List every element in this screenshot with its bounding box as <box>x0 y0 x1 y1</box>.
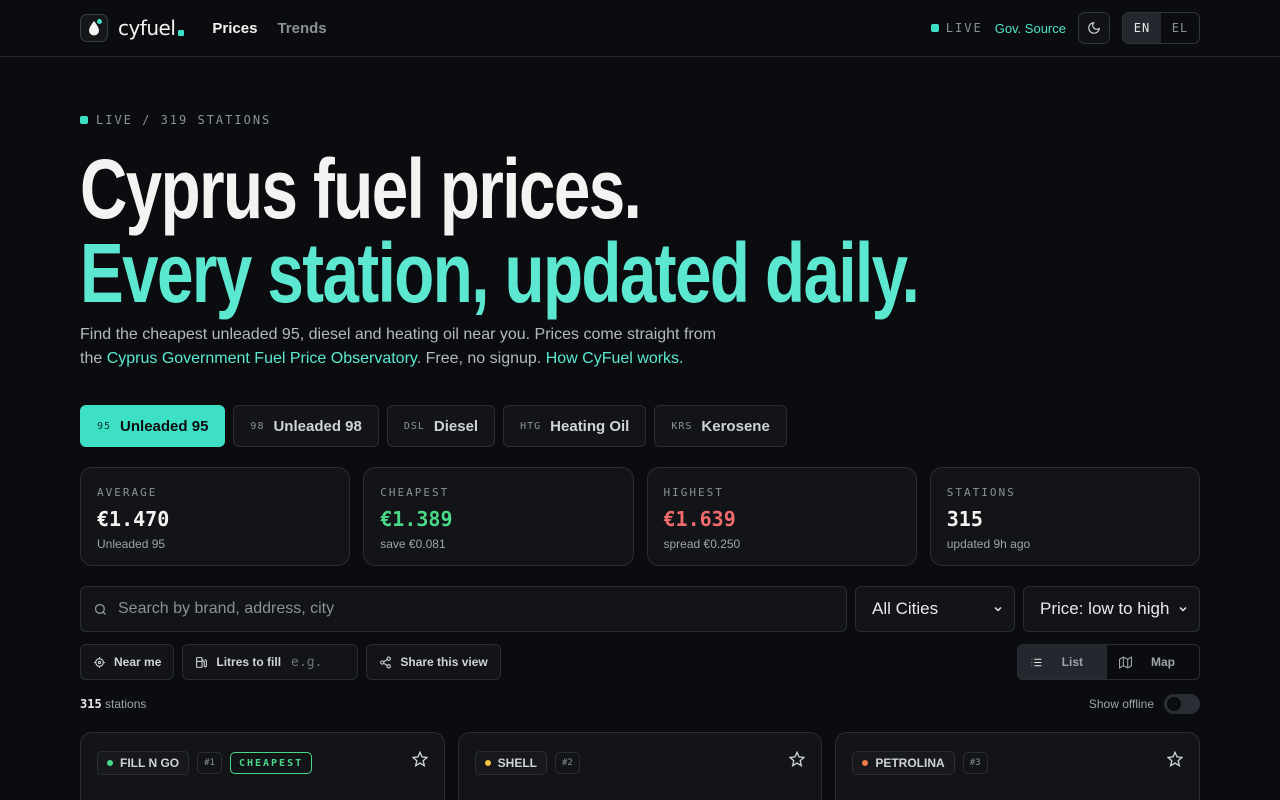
search-input[interactable] <box>118 600 834 618</box>
how-it-works-link[interactable]: How CyFuel works. <box>546 350 684 367</box>
brand-dot-icon <box>107 760 113 766</box>
results-count: 315 stations <box>80 697 147 711</box>
view-map-button[interactable]: Map <box>1107 645 1199 679</box>
brand-badge: SHELL <box>474 751 548 775</box>
tab-unleaded-98[interactable]: 98 Unleaded 98 <box>233 405 379 447</box>
tab-kerosene[interactable]: KRS Kerosene <box>654 405 787 447</box>
tab-unleaded-95[interactable]: 95 Unleaded 95 <box>80 405 226 447</box>
main-content: LIVE / 319 STATIONS Cyprus fuel prices. … <box>0 113 1280 800</box>
title-line-2: Every station, updated daily. <box>80 226 920 320</box>
share-icon <box>380 656 392 668</box>
results-count-row: 315 stations Show offline <box>80 694 1200 714</box>
brand-dot-icon <box>484 760 491 766</box>
list-icon <box>1031 658 1042 666</box>
top-bar: cyfuel Prices Trends LIVE Gov. Source EN… <box>0 0 1280 57</box>
rank-badge: #3 <box>962 752 988 774</box>
crosshair-icon <box>94 656 105 668</box>
title-line-1: Cyprus fuel prices. <box>80 142 642 236</box>
search-box <box>80 586 847 632</box>
fuel-drop-icon <box>80 14 108 42</box>
stat-value: €1.470 <box>97 507 170 531</box>
hero-description: Find the cheapest unleaded 95, diesel an… <box>80 326 716 367</box>
station-cards: FILL N GO #1 CHEAPEST SHELL #2 PETROLINA… <box>80 732 1201 800</box>
stat-highest: HIGHEST €1.639 spread €0.250 <box>646 467 917 566</box>
chevron-down-icon <box>1179 606 1187 612</box>
view-list-button[interactable]: List <box>1017 645 1107 679</box>
sort-select[interactable]: Price: low to high <box>1023 586 1200 632</box>
logo[interactable]: cyfuel <box>80 14 185 42</box>
litres-field[interactable]: Litres to fill e.g. <box>182 644 359 680</box>
logo-text: cyfuel <box>118 16 185 40</box>
tool-row: Near me Litres to fill e.g. Share this v… <box>80 644 1200 680</box>
lang-en[interactable]: EN <box>1123 13 1161 43</box>
language-switch: EN EL <box>1122 12 1200 44</box>
search-row: All Cities Price: low to high <box>80 586 1200 632</box>
city-select[interactable]: All Cities <box>855 586 1015 632</box>
fuel-type-tabs: 95 Unleaded 95 98 Unleaded 98 DSL Diesel HT… <box>80 405 1200 447</box>
show-offline-toggle[interactable] <box>1164 694 1200 714</box>
stats-row: AVERAGE €1.470 Unleaded 95 CHEAPEST €1.3… <box>80 467 1200 566</box>
hero-eyebrow: LIVE / 319 STATIONS <box>80 113 1200 127</box>
brand-dot-icon <box>862 760 869 766</box>
rank-badge: #2 <box>555 752 580 774</box>
stat-cheapest: CHEAPEST €1.389 save €0.081 <box>363 467 634 566</box>
nav-prices[interactable]: Prices <box>212 20 257 37</box>
station-card[interactable]: SHELL #2 <box>457 732 823 800</box>
stat-value: €1.639 <box>663 507 736 531</box>
tab-diesel[interactable]: DSL Diesel <box>386 405 496 447</box>
cheapest-tag: CHEAPEST <box>229 752 313 774</box>
gov-source-link[interactable]: Gov. Source <box>995 21 1066 36</box>
stat-value: 315 <box>946 507 983 531</box>
brand-badge: FILL N GO <box>97 751 190 775</box>
station-card[interactable]: PETROLINA #3 <box>835 732 1201 800</box>
star-icon[interactable] <box>411 751 428 767</box>
chevron-down-icon <box>994 606 1002 612</box>
page-title: Cyprus fuel prices. Every station, updat… <box>80 147 954 315</box>
lang-el[interactable]: EL <box>1161 13 1199 43</box>
observatory-link[interactable]: Cyprus Government Fuel Price Observatory <box>107 350 417 367</box>
stat-stations: STATIONS 315 updated 9h ago <box>929 467 1200 566</box>
live-indicator: LIVE <box>930 21 983 35</box>
theme-toggle-button[interactable] <box>1078 12 1110 44</box>
show-offline-control: Show offline <box>1089 694 1200 714</box>
view-toggle: List Map <box>1016 644 1200 680</box>
fuel-pump-icon <box>196 656 208 668</box>
live-dot-icon <box>930 24 939 32</box>
nav-trends[interactable]: Trends <box>277 20 326 37</box>
main-nav: Prices Trends <box>212 20 326 37</box>
litres-input[interactable]: e.g. <box>291 655 322 670</box>
map-icon <box>1119 655 1132 669</box>
moon-icon <box>1088 22 1100 34</box>
star-icon[interactable] <box>789 751 806 767</box>
station-card[interactable]: FILL N GO #1 CHEAPEST <box>80 732 445 800</box>
live-square-icon <box>80 116 88 124</box>
share-view-button[interactable]: Share this view <box>366 644 501 680</box>
near-me-button[interactable]: Near me <box>80 644 175 680</box>
star-icon[interactable] <box>1167 751 1184 767</box>
tab-heating-oil[interactable]: HTG Heating Oil <box>503 405 647 447</box>
stat-average: AVERAGE €1.470 Unleaded 95 <box>80 467 351 566</box>
brand-badge: PETROLINA <box>852 751 955 775</box>
rank-badge: #1 <box>197 752 222 774</box>
search-icon <box>94 603 106 615</box>
stat-value: €1.389 <box>380 507 453 531</box>
